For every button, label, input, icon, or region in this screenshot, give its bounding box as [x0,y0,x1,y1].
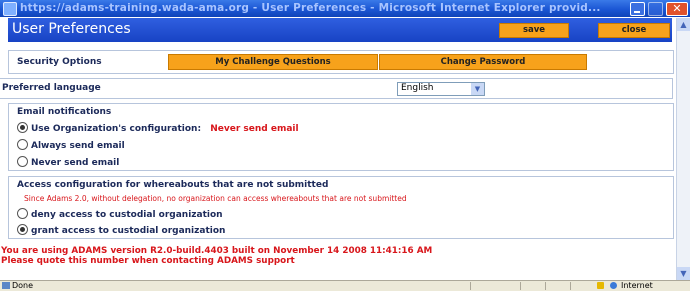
access-option-deny[interactable]: deny access to custodial organization [17,208,223,220]
window-title: https://adams-training.wada-ama.org - Us… [20,2,601,14]
security-zone-label: Internet [621,281,653,290]
change-password-button[interactable]: Change Password [379,54,587,70]
radio-checked-icon[interactable] [17,224,28,235]
radio-icon[interactable] [17,208,28,219]
email-option-label: Use Organization's configuration: [31,124,202,134]
radio-icon[interactable] [17,156,28,167]
scroll-down-icon[interactable]: ▼ [677,267,690,280]
access-configuration-panel: Access configuration for whereabouts tha… [8,176,674,239]
language-selected-value: English [401,83,434,93]
status-text: Done [12,281,34,290]
browser-title-bar: https://adams-training.wada-ama.org - Us… [0,0,690,17]
challenge-questions-button[interactable]: My Challenge Questions [168,54,378,70]
status-divider [570,282,571,290]
security-options-label: Security Options [17,57,102,67]
scroll-up-icon[interactable]: ▲ [677,18,690,31]
email-option-never[interactable]: Never send email [17,156,119,168]
radio-icon[interactable] [17,139,28,150]
security-options-panel: Security Options My Challenge Questions … [8,50,674,74]
access-notice: Since Adams 2.0, without delegation, no … [24,194,407,203]
page-done-icon [2,282,10,289]
email-notifications-heading: Email notifications [17,107,112,117]
status-divider [520,282,521,290]
status-divider [470,282,471,290]
version-info-line: You are using ADAMS version R2.0-build.4… [1,246,433,256]
language-select[interactable]: English ▼ [397,82,485,96]
language-row: Preferred language [0,78,673,99]
window-close-button[interactable]: ✕ [666,2,688,16]
preferred-language-label: Preferred language [2,83,101,93]
internet-globe-icon [610,282,617,289]
email-option-always[interactable]: Always send email [17,139,125,151]
email-option-label: Never send email [31,158,120,168]
access-option-grant[interactable]: grant access to custodial organization [17,224,225,236]
chevron-down-icon[interactable]: ▼ [471,83,484,95]
save-button[interactable]: save [499,23,569,38]
maximize-button[interactable] [648,2,663,16]
vertical-scrollbar[interactable]: ▲ ▼ [676,18,690,280]
email-option-org-config[interactable]: Use Organization's configuration: Never … [17,122,299,134]
access-option-label: deny access to custodial organization [31,210,223,220]
close-button[interactable]: close [598,23,670,38]
email-option-label: Always send email [31,141,125,151]
page-header: User Preferences save close [8,18,672,42]
support-note-line: Please quote this number when contacting… [1,256,295,266]
browser-status-bar: Done Internet [0,280,690,291]
lock-icon [597,282,604,289]
email-notifications-panel: Email notifications Use Organization's c… [8,103,674,171]
ie-page-icon [3,2,17,16]
access-configuration-heading: Access configuration for whereabouts tha… [17,180,329,190]
page-title: User Preferences [12,21,131,37]
minimize-button[interactable] [630,2,645,16]
org-config-value: Never send email [210,124,299,134]
access-option-label: grant access to custodial organization [31,226,226,236]
radio-checked-icon[interactable] [17,122,28,133]
status-divider [545,282,546,290]
